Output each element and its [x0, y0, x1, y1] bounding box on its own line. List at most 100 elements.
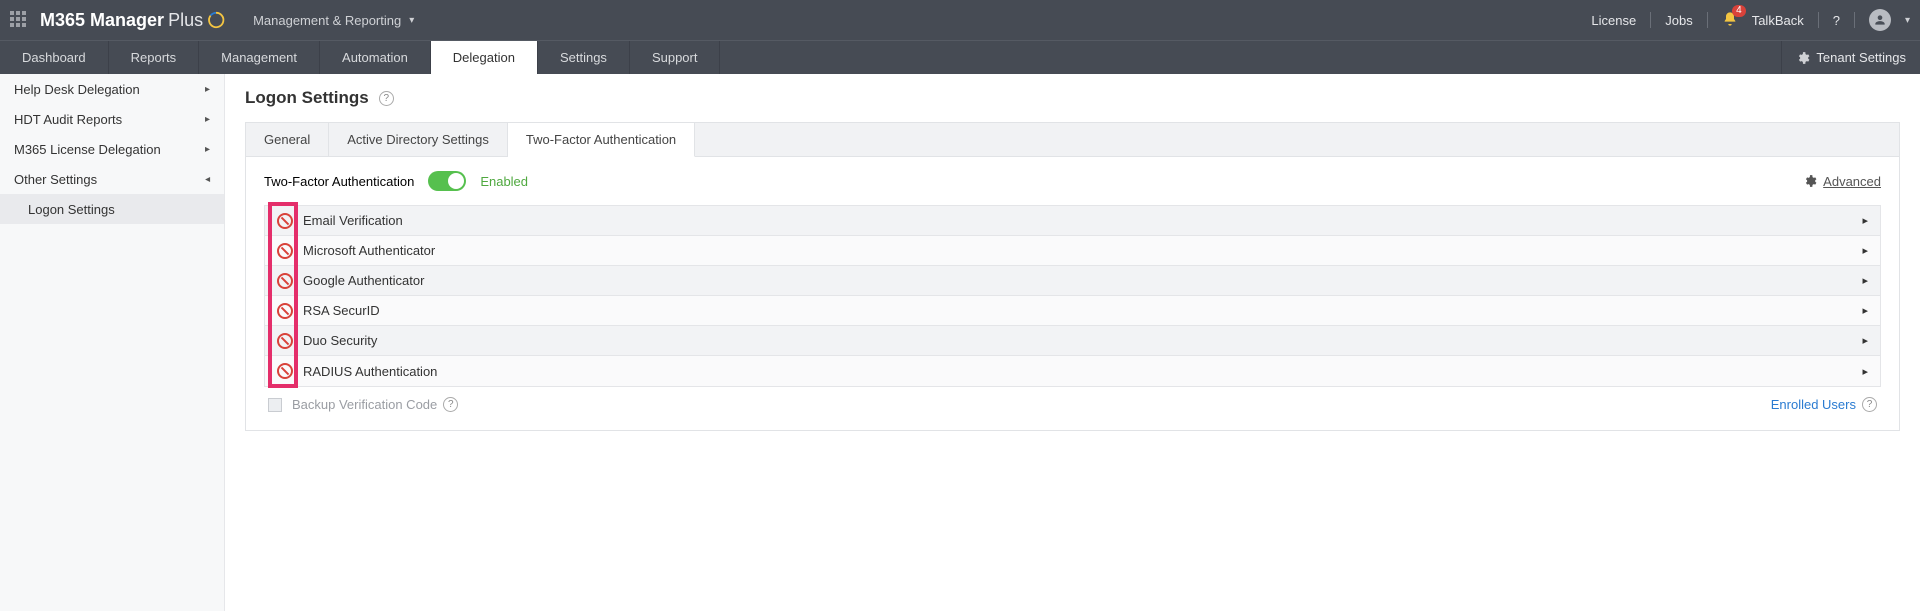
separator	[1818, 12, 1819, 28]
product-title: M365 Manager Plus	[40, 10, 225, 31]
disabled-icon	[277, 273, 293, 289]
top-right-links: License Jobs 4 TalkBack ? ▾	[1591, 9, 1910, 31]
product-name: M365 Manager	[40, 10, 164, 31]
sidebar-item[interactable]: HDT Audit Reports ▸	[0, 104, 224, 134]
sidebar-item[interactable]: Help Desk Delegation ▸	[0, 74, 224, 104]
primary-nav: DashboardReportsManagementAutomationDele…	[0, 40, 1920, 74]
tfa-method-row[interactable]: RSA SecurID ▸	[265, 296, 1880, 326]
sidebar: Help Desk Delegation▸HDT Audit Reports▸M…	[0, 74, 225, 611]
expand-icon: ▸	[1862, 304, 1868, 317]
help-icon[interactable]: ?	[379, 91, 394, 106]
nav-tab-management[interactable]: Management	[199, 41, 320, 74]
gear-icon	[1796, 51, 1810, 65]
tfa-methods-list: Email Verification▸Microsoft Authenticat…	[264, 205, 1881, 387]
tfa-method-label: Email Verification	[303, 213, 403, 228]
settings-panel: GeneralActive Directory SettingsTwo-Fact…	[245, 122, 1900, 431]
disabled-icon	[277, 213, 293, 229]
tfa-method-row[interactable]: RADIUS Authentication ▸	[265, 356, 1880, 386]
nav-tab-automation[interactable]: Automation	[320, 41, 431, 74]
tfa-method-label: Google Authenticator	[303, 273, 424, 288]
tfa-label: Two-Factor Authentication	[264, 174, 414, 189]
user-icon	[1873, 13, 1887, 27]
sidebar-subitem-logon-settings[interactable]: Logon Settings	[0, 194, 224, 224]
apps-grid-icon[interactable]	[10, 11, 28, 29]
talkback-link[interactable]: TalkBack	[1752, 13, 1804, 28]
nav-tab-support[interactable]: Support	[630, 41, 721, 74]
backup-code-label: Backup Verification Code	[292, 397, 437, 412]
expand-icon: ▸	[1862, 214, 1868, 227]
disabled-icon	[277, 363, 293, 379]
tfa-method-label: Duo Security	[303, 333, 377, 348]
panel-footer: Backup Verification Code ? Enrolled User…	[264, 387, 1881, 412]
tfa-method-label: RSA SecurID	[303, 303, 380, 318]
disabled-icon	[277, 333, 293, 349]
tenant-settings-button[interactable]: Tenant Settings	[1781, 41, 1920, 74]
enrolled-users-link[interactable]: Enrolled Users ?	[1771, 397, 1877, 412]
tfa-toggle-row: Two-Factor Authentication Enabled Advanc…	[264, 171, 1881, 191]
notification-badge: 4	[1732, 5, 1746, 17]
backup-code-checkbox[interactable]	[268, 398, 282, 412]
help-icon[interactable]: ?	[443, 397, 458, 412]
top-bar: M365 Manager Plus Management & Reporting…	[0, 0, 1920, 40]
tfa-method-row[interactable]: Duo Security ▸	[265, 326, 1880, 356]
separator	[1650, 12, 1651, 28]
sidebar-item-label: HDT Audit Reports	[14, 112, 122, 127]
content: Logon Settings ? GeneralActive Directory…	[225, 74, 1920, 611]
caret-icon: ▾	[202, 176, 213, 181]
sidebar-item-label: Other Settings	[14, 172, 97, 187]
disabled-icon	[277, 243, 293, 259]
panel-tab[interactable]: Active Directory Settings	[329, 123, 508, 156]
jobs-link[interactable]: Jobs	[1665, 13, 1692, 28]
nav-tab-dashboard[interactable]: Dashboard	[0, 41, 109, 74]
expand-icon: ▸	[1862, 365, 1868, 378]
caret-icon: ▸	[205, 84, 210, 95]
section-label: Management & Reporting	[253, 13, 401, 28]
enrolled-users-label: Enrolled Users	[1771, 397, 1856, 412]
sidebar-item[interactable]: M365 License Delegation ▸	[0, 134, 224, 164]
advanced-label: Advanced	[1823, 174, 1881, 189]
expand-icon: ▸	[1862, 334, 1868, 347]
nav-tab-settings[interactable]: Settings	[538, 41, 630, 74]
separator	[1707, 12, 1708, 28]
sidebar-item[interactable]: Other Settings ▾	[0, 164, 224, 194]
tfa-method-row[interactable]: Microsoft Authenticator ▸	[265, 236, 1880, 266]
chevron-down-icon: ▾	[409, 15, 414, 26]
tfa-toggle[interactable]	[428, 171, 466, 191]
user-menu[interactable]	[1869, 9, 1891, 31]
panel-tabs: GeneralActive Directory SettingsTwo-Fact…	[246, 123, 1899, 157]
license-link[interactable]: License	[1591, 13, 1636, 28]
sidebar-item-label: M365 License Delegation	[14, 142, 161, 157]
nav-spacer	[720, 41, 1781, 74]
methods-wrap: Email Verification▸Microsoft Authenticat…	[264, 205, 1881, 387]
panel-tab[interactable]: Two-Factor Authentication	[508, 123, 695, 157]
tfa-method-row[interactable]: Email Verification ▸	[265, 206, 1880, 236]
tfa-method-row[interactable]: Google Authenticator ▸	[265, 266, 1880, 296]
nav-tab-reports[interactable]: Reports	[109, 41, 200, 74]
disabled-icon	[277, 303, 293, 319]
expand-icon: ▸	[1862, 244, 1868, 257]
help-icon[interactable]: ?	[1862, 397, 1877, 412]
tenant-settings-label: Tenant Settings	[1816, 50, 1906, 65]
product-suffix: Plus	[168, 10, 203, 31]
caret-icon: ▸	[205, 114, 210, 125]
tfa-status: Enabled	[480, 174, 528, 189]
advanced-link[interactable]: Advanced	[1803, 174, 1881, 189]
product-logo-icon	[207, 11, 225, 29]
help-link[interactable]: ?	[1833, 13, 1840, 28]
notifications-button[interactable]: 4	[1722, 11, 1738, 30]
gear-icon	[1803, 174, 1817, 188]
nav-tab-delegation[interactable]: Delegation	[431, 41, 538, 74]
expand-icon: ▸	[1862, 274, 1868, 287]
page-title-row: Logon Settings ?	[245, 88, 1900, 108]
panel-body: Two-Factor Authentication Enabled Advanc…	[246, 157, 1899, 430]
tfa-method-label: Microsoft Authenticator	[303, 243, 435, 258]
separator	[1854, 12, 1855, 28]
section-dropdown[interactable]: Management & Reporting ▾	[253, 13, 414, 28]
panel-tab[interactable]: General	[246, 123, 329, 156]
sidebar-item-label: Help Desk Delegation	[14, 82, 140, 97]
page-title: Logon Settings	[245, 88, 369, 108]
caret-icon: ▸	[205, 144, 210, 155]
tfa-method-label: RADIUS Authentication	[303, 364, 437, 379]
main-area: Help Desk Delegation▸HDT Audit Reports▸M…	[0, 74, 1920, 611]
chevron-down-icon: ▾	[1905, 15, 1910, 26]
